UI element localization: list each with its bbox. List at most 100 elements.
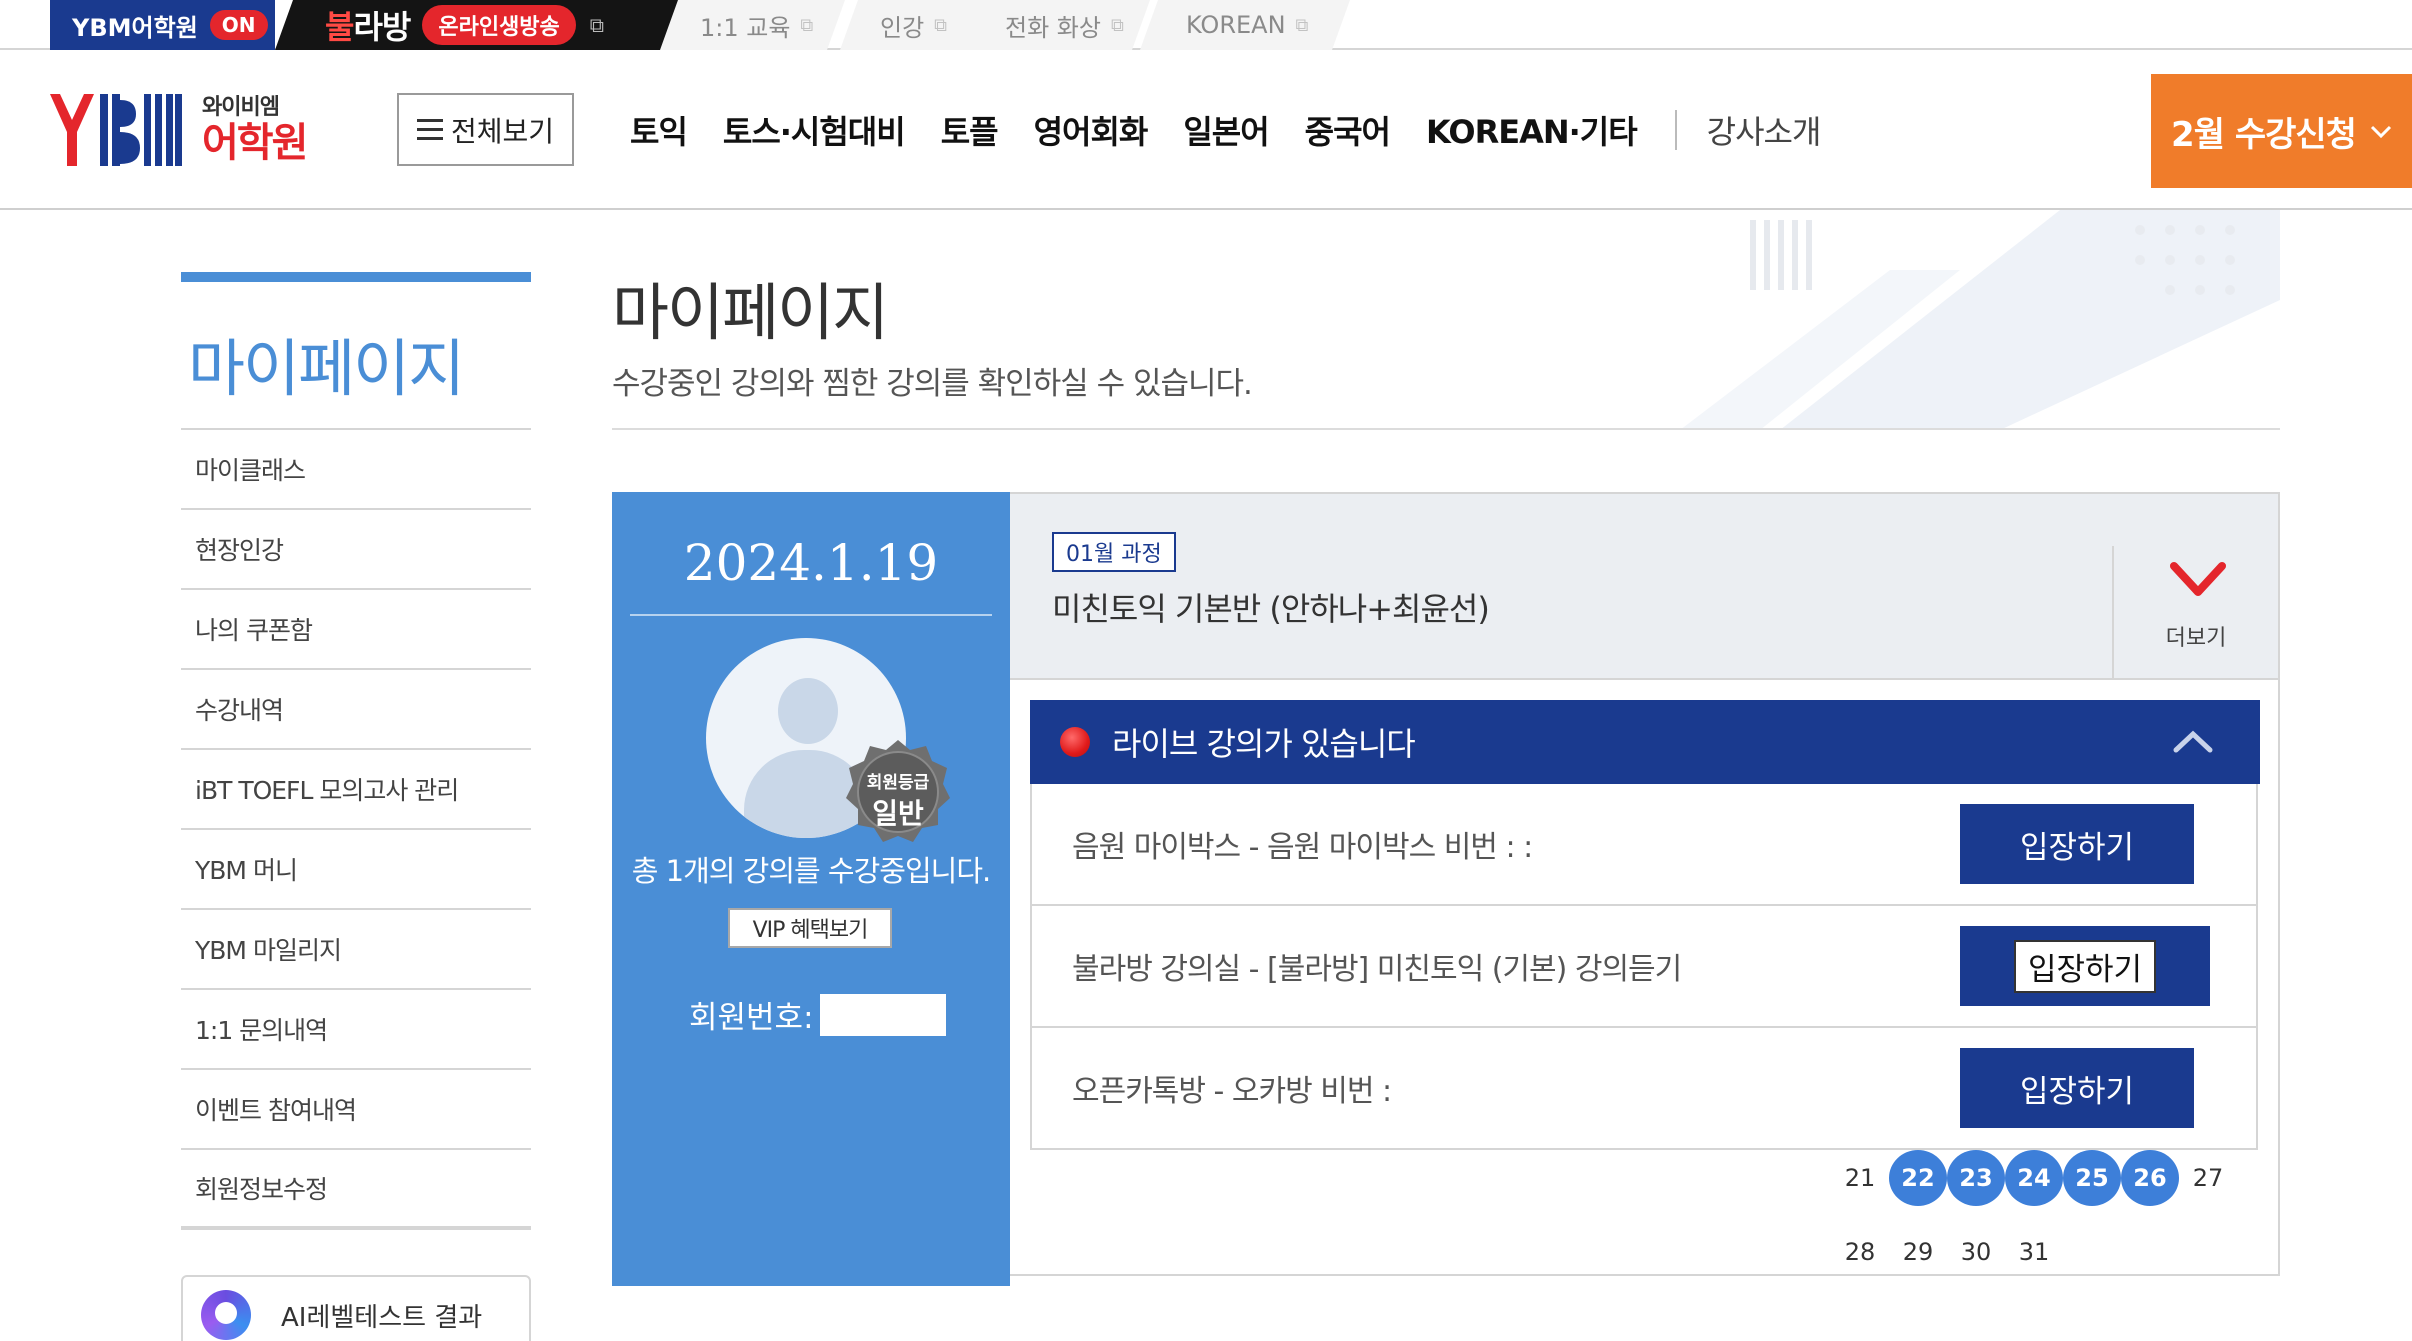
calendar-day[interactable]: 24 (2005, 1150, 2063, 1206)
enter-button[interactable]: 입장하기 (1960, 926, 2210, 1006)
nav-toeic[interactable]: 토익 (630, 107, 688, 153)
calendar-day[interactable]: 31 (2005, 1224, 2063, 1280)
member-number-masked (819, 993, 946, 1036)
ai-ring-icon (201, 1290, 251, 1340)
today-date: 2024.1.19 (683, 534, 939, 592)
sidebar-item-ybm-money[interactable]: YBM 머니 (181, 830, 531, 910)
sidebar-item-myclass[interactable]: 마이클래스 (181, 430, 531, 510)
tab-label: 인강 (880, 13, 925, 42)
grade-value: 일반 (872, 797, 924, 830)
cta-label: 2월 수강신청 (2171, 114, 2357, 155)
external-link-icon: ⧉ (800, 14, 814, 36)
tab-korean[interactable]: KOREAN ⧉ (1140, 0, 1350, 50)
sidebar-item-events[interactable]: 이벤트 참여내역 (181, 1070, 531, 1150)
chevron-up-icon (2173, 730, 2213, 753)
tab-phone-video[interactable]: 전화 화상 ⧉ (965, 0, 1150, 50)
enter-button[interactable]: 입장하기 (1960, 1048, 2194, 1128)
all-menu-button[interactable]: 전체보기 (397, 93, 574, 166)
sidebar-item-course-history[interactable]: 수강내역 (181, 670, 531, 750)
nav-japanese[interactable]: 일본어 (1183, 107, 1269, 153)
live-row: 오픈카톡방 - 오카방 비번 : 입장하기 (1032, 1028, 2256, 1150)
bullabang-logo-a: 불 (325, 8, 354, 46)
sidebar-menu: 마이클래스 현장인강 나의 쿠폰함 수강내역 iBT TOEFL 모의고사 관리… (181, 428, 531, 1230)
calendar-day[interactable]: 23 (1947, 1150, 2005, 1206)
live-lecture-header[interactable]: 라이브 강의가 있습니다 (1030, 700, 2260, 784)
sidebar-item-coupons[interactable]: 나의 쿠폰함 (181, 590, 531, 670)
avatar-head (778, 678, 838, 744)
bullabang-logo-b: 라방 (353, 8, 411, 46)
sidebar-item-inquiries[interactable]: 1:1 문의내역 (181, 990, 531, 1070)
sidebar-item-toefl-mock[interactable]: iBT TOEFL 모의고사 관리 (181, 750, 531, 830)
sidebar-accent-bar (181, 272, 531, 282)
main-nav: 토익 토스·시험대비 토플 영어회화 일본어 중국어 KOREAN·기타 강사소… (630, 105, 1822, 155)
tab-bullabang[interactable]: 불라방 온라인생방송 ⧉ (275, 0, 695, 50)
course-title[interactable]: 미친토익 기본반 (안하나+최윤선) (1052, 584, 1490, 630)
external-link-icon: ⧉ (1110, 14, 1124, 36)
brand-text: 와이비엠 어학원 (202, 95, 308, 166)
calendar-day[interactable]: 26 (2121, 1150, 2179, 1206)
brand-sub: 와이비엠 (202, 95, 280, 120)
enter-button[interactable]: 입장하기 (1960, 804, 2194, 884)
tab-ingang[interactable]: 인강 ⧉ (840, 0, 990, 50)
nav-chinese[interactable]: 중국어 (1305, 107, 1391, 153)
page-description: 수강중인 강의와 찜한 강의를 확인하실 수 있습니다. (612, 366, 1253, 402)
profile-card: 2024.1.19 회원등급 일반 총 1개의 강의를 수강중입니다. VIP … (612, 492, 1010, 1286)
hamburger-icon (416, 118, 443, 141)
external-link-icon: ⧉ (589, 13, 605, 37)
ybm-tab-label: YBM어학원 (72, 13, 198, 42)
calendar-day[interactable]: 25 (2063, 1150, 2121, 1206)
calendar-day[interactable]: 30 (1947, 1224, 2005, 1280)
tab-label: 1:1 교육 (700, 13, 791, 42)
sidebar-title: 마이페이지 (188, 332, 465, 405)
nav-english-conversation[interactable]: 영어회화 (1034, 107, 1149, 153)
vip-benefits-button[interactable]: VIP 혜택보기 (728, 908, 892, 948)
sidebar-item-edit-profile[interactable]: 회원정보수정 (181, 1150, 531, 1230)
decorative-background (1680, 210, 2280, 430)
tab-label: KOREAN (1186, 11, 1286, 39)
nav-instructors[interactable]: 강사소개 (1707, 107, 1822, 153)
ai-level-test-result[interactable]: AI레벨테스트 결과 (181, 1275, 531, 1341)
sidebar-item-onsite-lecture[interactable]: 현장인강 (181, 510, 531, 590)
course-header: 01월 과정 미친토익 기본반 (안하나+최윤선) 더보기 (1010, 494, 2278, 680)
bullabang-logo: 불라방 (325, 2, 410, 48)
on-badge: ON (209, 10, 268, 40)
nav-korean-etc[interactable]: KOREAN·기타 (1426, 107, 1638, 153)
online-live-pill: 온라인생방송 (422, 5, 575, 45)
calendar-day[interactable]: 29 (1889, 1224, 1947, 1280)
brand-main: 어학원 (202, 120, 308, 166)
february-enroll-button[interactable]: 2월 수강신청 (2151, 74, 2412, 188)
tab-label: 전화 화상 (1005, 13, 1101, 42)
live-dot-icon (1060, 727, 1090, 757)
live-row-text: 음원 마이박스 - 음원 마이박스 비번 : : (1072, 830, 1533, 865)
tab-1on1[interactable]: 1:1 교육 ⧉ (660, 0, 845, 50)
calendar-day[interactable]: 28 (1831, 1224, 1889, 1280)
chevron-down-icon (2170, 562, 2226, 596)
member-number-label: 회원번호: (689, 1000, 814, 1036)
ybm-logo[interactable]: 와이비엠 어학원 (50, 94, 308, 166)
calendar-day[interactable]: 22 (1889, 1150, 1947, 1206)
enter-button-label: 입장하기 (2013, 939, 2157, 993)
live-row: 불라방 강의실 - [불라방] 미친토익 (기본) 강의듣기 입장하기 (1032, 906, 2256, 1028)
month-badge: 01월 과정 (1052, 532, 1176, 572)
nav-toefl[interactable]: 토플 (941, 107, 999, 153)
site-top-bar: YBM어학원 ON 불라방 온라인생방송 ⧉ 1:1 교육 ⧉ 인강 ⧉ 전화 … (0, 0, 2412, 50)
nav-divider (1674, 110, 1677, 150)
calendar-day[interactable]: 21 (1831, 1150, 1889, 1206)
page-divider (612, 428, 2280, 430)
tab-ybm-academy[interactable]: YBM어학원 ON (50, 0, 275, 50)
ai-box-label: AI레벨테스트 결과 (281, 1302, 483, 1333)
calendar-week: 21 22 23 24 25 26 27 (1831, 1150, 2237, 1206)
live-row: 음원 마이박스 - 음원 마이박스 비번 : : 입장하기 (1032, 784, 2256, 906)
course-count: 총 1개의 강의를 수강중입니다. (631, 854, 991, 888)
sidebar-item-ybm-mileage[interactable]: YBM 마일리지 (181, 910, 531, 990)
external-link-icon: ⧉ (1295, 14, 1309, 36)
page-title: 마이페이지 (612, 276, 889, 349)
member-number: 회원번호: (689, 992, 946, 1037)
chevron-down-icon (2370, 116, 2392, 146)
nav-toeic-speaking[interactable]: 토스·시험대비 (723, 107, 906, 153)
more-button[interactable]: 더보기 (2112, 546, 2278, 680)
calendar-day[interactable]: 27 (2179, 1150, 2237, 1206)
live-title: 라이브 강의가 있습니다 (1112, 725, 1416, 763)
all-menu-label: 전체보기 (450, 114, 555, 148)
more-label: 더보기 (2165, 626, 2227, 651)
